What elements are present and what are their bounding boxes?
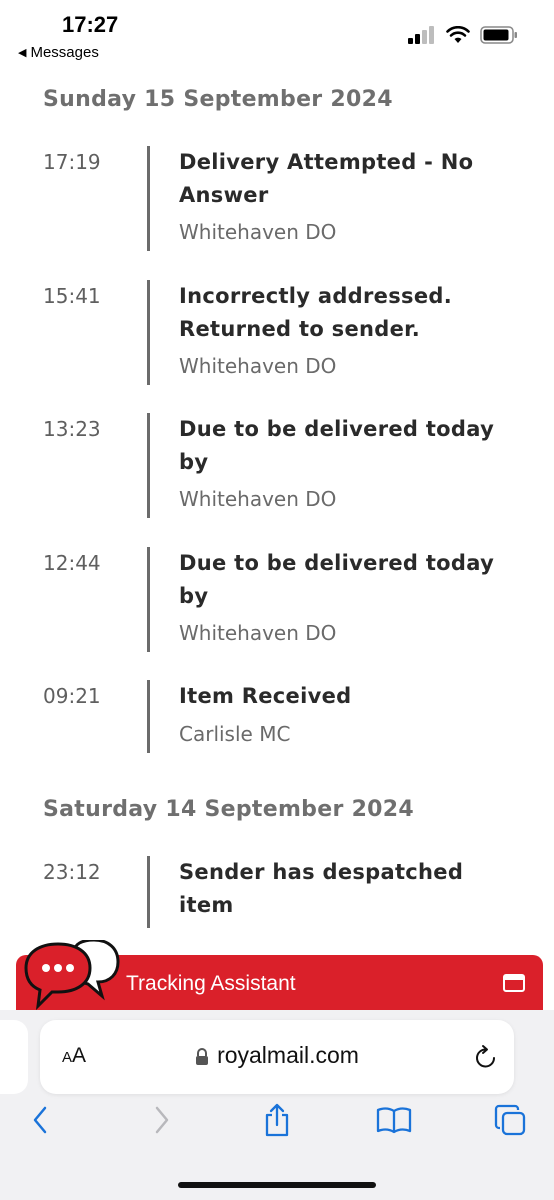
event-location: Whitehaven DO: [179, 354, 337, 378]
tabs-icon: [494, 1104, 526, 1136]
event-location: Whitehaven DO: [179, 487, 337, 511]
back-app-label: Messages: [30, 44, 99, 61]
timeline-bar: [147, 680, 150, 753]
status-time: 17:27: [62, 12, 119, 37]
back-button[interactable]: [20, 1100, 60, 1140]
chat-bubbles-icon[interactable]: [22, 940, 122, 1010]
event-time: 13:23: [43, 417, 101, 441]
cellular-signal-icon: [408, 26, 434, 44]
back-to-app-link[interactable]: ◀ Messages: [18, 44, 99, 61]
wifi-icon: [446, 26, 470, 43]
previous-tab-preview[interactable]: [0, 1020, 28, 1094]
share-button[interactable]: [257, 1100, 297, 1140]
event-location: Whitehaven DO: [179, 220, 337, 244]
system-icons: [408, 26, 518, 44]
share-icon: [265, 1103, 289, 1137]
tracking-timeline: Sunday 15 September 2024 17:19 Delivery …: [0, 70, 554, 950]
address-bar[interactable]: AA royalmail.com: [40, 1020, 514, 1094]
event-title: Item Received: [179, 684, 352, 708]
event-title: Due to be delivered today by: [179, 551, 495, 608]
timeline-bar: [147, 146, 150, 251]
back-triangle-icon: ◀: [18, 47, 27, 59]
event-title: Sender has despatched item: [179, 860, 464, 917]
event-time: 12:44: [43, 551, 101, 575]
url-text: royalmail.com: [217, 1042, 359, 1068]
timeline-bar: [147, 547, 150, 652]
event-time: 17:19: [43, 150, 101, 174]
reload-icon[interactable]: [474, 1044, 498, 1070]
timeline-bar: [147, 856, 150, 928]
timeline-bar: [147, 413, 150, 518]
date-heading: Saturday 14 September 2024: [43, 797, 414, 822]
event-time: 15:41: [43, 284, 101, 308]
bookmarks-icon: [376, 1107, 412, 1134]
window-icon[interactable]: [503, 974, 525, 992]
event-title: Incorrectly addressed. Returned to sende…: [179, 284, 452, 341]
home-indicator[interactable]: [178, 1182, 376, 1188]
lock-icon: [196, 1047, 209, 1065]
event-time: 23:12: [43, 860, 101, 884]
event-time: 09:21: [43, 684, 101, 708]
date-heading: Sunday 15 September 2024: [43, 87, 393, 112]
status-bar: 17:27 ◀ Messages: [0, 0, 554, 70]
tracking-assistant-label: Tracking Assistant: [126, 972, 296, 995]
forward-button[interactable]: [142, 1100, 182, 1140]
event-title: Delivery Attempted - No Answer: [179, 150, 474, 207]
event-location: Whitehaven DO: [179, 621, 337, 645]
browser-toolbar: [0, 1100, 554, 1160]
url-display[interactable]: royalmail.com: [40, 1042, 514, 1069]
bookmarks-button[interactable]: [374, 1100, 414, 1140]
event-location: Carlisle MC: [179, 722, 291, 746]
forward-icon: [155, 1106, 169, 1134]
battery-icon: [480, 26, 517, 44]
tabs-button[interactable]: [490, 1100, 530, 1140]
event-title: Due to be delivered today by: [179, 417, 495, 474]
browser-chrome: AA royalmail.com: [0, 1010, 554, 1200]
back-icon: [33, 1106, 47, 1134]
timeline-bar: [147, 280, 150, 385]
